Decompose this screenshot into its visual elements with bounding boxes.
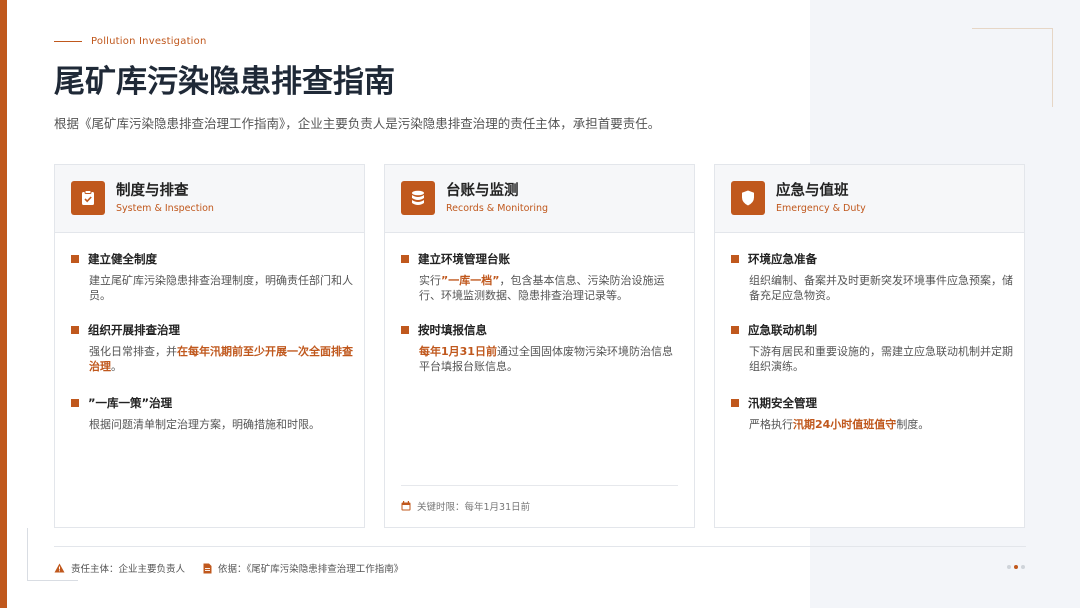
- body-text: 制度。: [896, 418, 930, 431]
- footer-basis: 依据：《尾矿库污染隐患排查治理工作指南》: [203, 561, 403, 575]
- shield-icon: [731, 181, 765, 215]
- item-title: 汛期安全管理: [748, 396, 817, 410]
- footer-text: 责任主体：企业主要负责人: [71, 564, 186, 575]
- card-header: 应急与值班 Emergency & Duty: [715, 165, 1024, 233]
- list-item: 组织开展排查治理 强化日常排查，并在每年汛期前至少开展一次全面排查治理。: [71, 322, 353, 374]
- bullet-icon: [731, 326, 739, 334]
- list-item: 建立环境管理台账 实行”一库一档”，包含基本信息、污染防治设施运行、环境监测数据…: [401, 251, 683, 303]
- bullet-icon: [731, 255, 739, 263]
- bullet-icon: [401, 326, 409, 334]
- item-body: 下游有居民和重要设施的，需建立应急联动机制并定期组织演练。: [749, 345, 1013, 373]
- highlight-text: 汛期24小时值班值守: [793, 418, 897, 431]
- highlight-text: ”一库一档”: [441, 274, 500, 287]
- body-text: 实行: [419, 274, 441, 287]
- item-body: 组织编制、备案并及时更新突发环境事件应急预案，储备充足应急物资。: [749, 274, 1013, 302]
- footer-responsibility: 责任主体：企业主要负责人: [54, 561, 185, 575]
- corner-decoration: [972, 28, 1053, 107]
- item-title: ”一库一策”治理: [88, 396, 173, 410]
- highlight-text: 每年1月31日前: [419, 345, 497, 358]
- body-text: 。: [111, 360, 122, 373]
- deadline-text: 关键时限：每年1月31日前: [417, 502, 531, 513]
- list-item: 应急联动机制 下游有居民和重要设施的，需建立应急联动机制并定期组织演练。: [731, 322, 1013, 374]
- item-body: 严格执行汛期24小时值班值守制度。: [749, 417, 1013, 432]
- card-subtitle: Emergency & Duty: [776, 203, 866, 214]
- card-title: 应急与值班: [776, 183, 849, 199]
- card-emergency-duty: 应急与值班 Emergency & Duty 环境应急准备 组织编制、备案并及时…: [714, 164, 1025, 528]
- footer-divider: [54, 546, 1026, 547]
- kicker-text: Pollution Investigation: [91, 35, 207, 47]
- database-icon: [401, 181, 435, 215]
- bullet-icon: [71, 326, 79, 334]
- list-item: 环境应急准备 组织编制、备案并及时更新突发环境事件应急预案，储备充足应急物资。: [731, 251, 1013, 303]
- item-body: 每年1月31日前通过全国固体废物污染环境防治信息平台填报台账信息。: [419, 344, 683, 374]
- page-title: 尾矿库污染隐患排查指南: [54, 64, 395, 100]
- bullet-icon: [71, 255, 79, 263]
- item-title: 按时填报信息: [418, 323, 487, 337]
- list-item: 按时填报信息 每年1月31日前通过全国固体废物污染环境防治信息平台填报台账信息。: [401, 322, 683, 374]
- deadline-note: 关键时限：每年1月31日前: [401, 499, 530, 513]
- card-title: 制度与排查: [116, 183, 189, 199]
- footer-text: 依据：《尾矿库污染隐患排查治理工作指南》: [218, 564, 404, 575]
- card-subtitle: Records & Monitoring: [446, 203, 549, 214]
- bullet-icon: [401, 255, 409, 263]
- item-title: 建立健全制度: [88, 252, 157, 266]
- item-body: 建立尾矿库污染隐患排查治理制度，明确责任部门和人员。: [89, 274, 353, 302]
- divider: [401, 485, 678, 486]
- calendar-icon: [401, 501, 411, 511]
- item-title: 应急联动机制: [748, 323, 817, 337]
- card-header: 台账与监测 Records & Monitoring: [385, 165, 694, 233]
- document-icon: [203, 563, 212, 573]
- item-title: 环境应急准备: [748, 252, 817, 266]
- page-dot-active[interactable]: [1014, 565, 1018, 569]
- kicker: Pollution Investigation: [54, 34, 207, 48]
- item-title: 组织开展排查治理: [88, 323, 180, 337]
- list-item: ”一库一策”治理 根据问题清单制定治理方案，明确措施和时限。: [71, 395, 353, 432]
- warning-icon: [54, 563, 65, 573]
- page-subtitle: 根据《尾矿库污染隐患排查治理工作指南》，企业主要负责人是污染隐患排查治理的责任主…: [54, 116, 661, 131]
- accent-bar: [0, 0, 7, 608]
- list-item: 建立健全制度 建立尾矿库污染隐患排查治理制度，明确责任部门和人员。: [71, 251, 353, 303]
- card-system-inspection: 制度与排查 System & Inspection 建立健全制度 建立尾矿库污染…: [54, 164, 365, 528]
- card-title: 台账与监测: [446, 183, 519, 199]
- clipboard-check-icon: [71, 181, 105, 215]
- bullet-icon: [71, 399, 79, 407]
- body-text: 强化日常排查，并: [89, 345, 177, 358]
- item-body: 根据问题清单制定治理方案，明确措施和时限。: [89, 418, 320, 431]
- page-dot[interactable]: [1007, 565, 1011, 569]
- card-subtitle: System & Inspection: [116, 203, 214, 214]
- card-records-monitoring: 台账与监测 Records & Monitoring 建立环境管理台账 实行”一…: [384, 164, 695, 528]
- page-dot[interactable]: [1021, 565, 1025, 569]
- kicker-line: [54, 40, 82, 42]
- body-text: 严格执行: [749, 418, 793, 431]
- card-header: 制度与排查 System & Inspection: [55, 165, 364, 233]
- list-item: 汛期安全管理 严格执行汛期24小时值班值守制度。: [731, 395, 1013, 432]
- footer: 责任主体：企业主要负责人 依据：《尾矿库污染隐患排查治理工作指南》: [54, 561, 421, 575]
- item-body: 实行”一库一档”，包含基本信息、污染防治设施运行、环境监测数据、隐患排查治理记录…: [419, 273, 683, 303]
- page-indicator[interactable]: [1004, 565, 1025, 569]
- item-title: 建立环境管理台账: [418, 252, 510, 266]
- slide: Pollution Investigation 尾矿库污染隐患排查指南 根据《尾…: [0, 0, 1080, 608]
- bullet-icon: [731, 399, 739, 407]
- item-body: 强化日常排查，并在每年汛期前至少开展一次全面排查治理。: [89, 344, 353, 374]
